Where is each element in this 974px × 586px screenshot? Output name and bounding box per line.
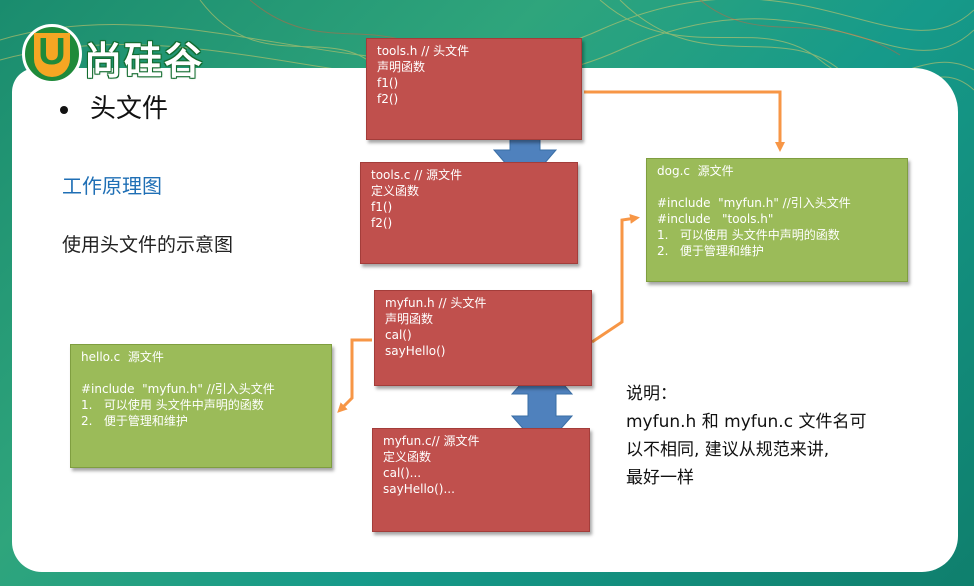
myfun-h-line: cal() — [385, 328, 412, 342]
myfun-h-line: 声明函数 — [385, 312, 434, 326]
tools-c-line: f2() — [371, 216, 393, 230]
myfun-c-box: myfun.c// 源文件 定义函数 cal()... sayHello()..… — [372, 428, 590, 532]
explanation-note: 说明： myfun.h 和 myfun.c 文件名可 以不相同, 建议从规范来讲… — [626, 380, 866, 492]
note-line: 以不相同, 建议从规范来讲, — [626, 440, 830, 460]
note-line: 最好一样 — [626, 468, 694, 488]
tools-c-line: tools.c // 源文件 — [371, 168, 463, 182]
hello-c-line: 1. 可以使用 头文件中声明的函数 — [81, 398, 264, 412]
myfun-c-line: 定义函数 — [383, 450, 432, 464]
arrow-myfun-h-to-hello-c — [337, 338, 372, 413]
tools-c-line: 定义函数 — [371, 184, 420, 198]
dog-c-line: #include "tools.h" — [657, 212, 774, 226]
myfun-c-line: cal()... — [383, 466, 422, 480]
hello-c-line: #include "myfun.h" //引入头文件 — [81, 382, 275, 396]
note-line: 说明： — [626, 384, 677, 404]
tools-c-line: f1() — [371, 200, 393, 214]
tools-h-line: tools.h // 头文件 — [377, 44, 470, 58]
hello-c-title: hello.c 源文件 — [81, 350, 164, 364]
hello-c-line: 2. 便于管理和维护 — [81, 414, 188, 428]
tools-h-line: 声明函数 — [377, 60, 426, 74]
dog-c-line: #include "myfun.h" //引入头文件 — [657, 196, 851, 210]
myfun-h-line: myfun.h // 头文件 — [385, 296, 487, 310]
hello-c-box: hello.c 源文件 #include "myfun.h" //引入头文件 1… — [70, 344, 332, 468]
arrow-tools-h-to-dog-c — [584, 90, 785, 152]
dog-c-line: 2. 便于管理和维护 — [657, 244, 764, 258]
tools-h-line: f1() — [377, 76, 399, 90]
tools-h-line: f2() — [377, 92, 399, 106]
tools-h-box: tools.h // 头文件 声明函数 f1() f2() — [366, 38, 582, 140]
dog-c-box: dog.c 源文件 #include "myfun.h" //引入头文件 #in… — [646, 158, 908, 282]
dog-c-title: dog.c 源文件 — [657, 164, 734, 178]
slide-stage: U 尚硅谷 头文件 工作原理图 使用头文件的示意图 tools.h // 头文件… — [0, 0, 974, 586]
myfun-c-line: myfun.c// 源文件 — [383, 434, 480, 448]
arrow-myfun-h-to-dog-c — [591, 213, 640, 344]
myfun-h-box: myfun.h // 头文件 声明函数 cal() sayHello() — [374, 290, 592, 386]
myfun-h-line: sayHello() — [385, 344, 446, 358]
dog-c-line: 1. 可以使用 头文件中声明的函数 — [657, 228, 840, 242]
tools-c-box: tools.c // 源文件 定义函数 f1() f2() — [360, 162, 578, 264]
myfun-c-line: sayHello()... — [383, 482, 455, 496]
note-line: myfun.h 和 myfun.c 文件名可 — [626, 412, 867, 432]
